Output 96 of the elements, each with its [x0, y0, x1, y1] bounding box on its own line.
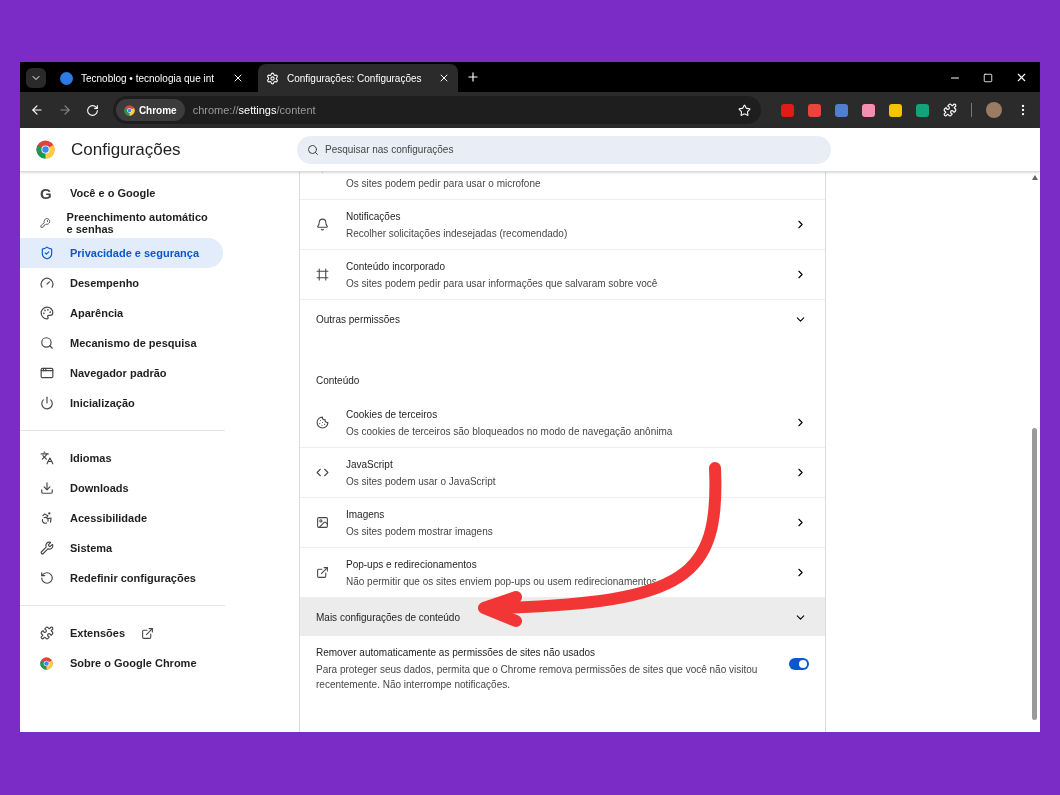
- extension-icon[interactable]: [889, 103, 902, 117]
- sidebar-icon: [40, 571, 54, 585]
- setting-title: Conteúdo incorporado: [346, 259, 446, 274]
- chrome-logo-icon: [123, 104, 135, 116]
- setting-description: Os sites podem pedir para usar informações que salvaram sobre você: [346, 276, 659, 291]
- close-icon[interactable]: [232, 72, 244, 84]
- sidebar-item[interactable]: Sistema: [20, 533, 223, 563]
- setting-title: Notificações: [346, 209, 402, 224]
- sidebar-icon: [40, 276, 54, 290]
- section-heading: Conteúdo: [316, 374, 360, 388]
- expander-title: Outras permissões: [316, 312, 401, 327]
- url-text: chrome://settings/content: [192, 102, 317, 118]
- settings-row[interactable]: Conteúdo incorporado Os sites podem pedir para usar informações que salvaram sobre você: [300, 250, 825, 300]
- chrome-logo-icon: [36, 140, 55, 159]
- sidebar-item[interactable]: Sobre o Google Chrome: [20, 648, 223, 678]
- sidebar-item[interactable]: Aparência: [20, 298, 223, 328]
- sidebar-icon: [40, 216, 51, 230]
- sidebar-item[interactable]: Inicialização: [20, 388, 223, 418]
- settings-row[interactable]: Notificações Recolher solicitações indesejadas (recomendado): [300, 200, 825, 250]
- browser-tab[interactable]: Tecnoblog • tecnologia que int: [52, 64, 252, 92]
- maximize-icon[interactable]: [983, 72, 993, 83]
- tab-title: Tecnoblog • tecnologia que int: [81, 71, 215, 86]
- setting-title: Cookies de terceiros: [346, 407, 439, 422]
- extension-icon[interactable]: [862, 103, 875, 117]
- expander-title: Mais configurações de conteúdo: [316, 610, 461, 625]
- setting-title: Remover automaticamente as permissões de sites não usados: [316, 646, 597, 660]
- sidebar-item[interactable]: Downloads: [20, 473, 223, 503]
- site-chip[interactable]: Chrome: [115, 99, 185, 121]
- search-field[interactable]: Pesquisar nas configurações: [297, 135, 831, 164]
- scroll-up-arrow-icon[interactable]: [1031, 175, 1038, 180]
- sidebar-item[interactable]: Idiomas: [20, 443, 223, 473]
- page-title: Configurações: [71, 138, 182, 161]
- sidebar-icon: [40, 481, 54, 495]
- setting-title: Imagens: [346, 507, 386, 522]
- toggle-switch[interactable]: [789, 658, 809, 670]
- profile-avatar[interactable]: [986, 102, 1002, 118]
- settings-row[interactable]: JavaScript Os sites podem usar o JavaScript: [300, 448, 825, 498]
- address-bar[interactable]: Chrome chrome://settings/content: [112, 96, 761, 124]
- close-icon[interactable]: [1015, 71, 1028, 84]
- new-tab-icon[interactable]: [466, 70, 480, 84]
- expander-row[interactable]: Mais configurações de conteúdo: [300, 598, 825, 636]
- close-icon[interactable]: [438, 72, 450, 84]
- sidebar-item[interactable]: Mecanismo de pesquisa: [20, 328, 223, 358]
- setting-icon: [316, 268, 329, 281]
- setting-icon: [316, 416, 329, 429]
- setting-description: Os sites podem usar o JavaScript: [346, 474, 497, 489]
- extension-icon[interactable]: [808, 103, 821, 117]
- google-g-icon: G: [40, 185, 54, 201]
- extensions-icon[interactable]: [943, 103, 957, 117]
- setting-icon: [316, 566, 329, 579]
- search-icon: [307, 143, 319, 156]
- sidebar-item[interactable]: Acessibilidade: [20, 503, 223, 533]
- extension-icon[interactable]: [835, 103, 848, 117]
- sidebar-icon: [40, 626, 54, 640]
- setting-title: Pop-ups e redirecionamentos: [346, 557, 478, 572]
- tab-title: Configurações: Configurações: [287, 71, 422, 86]
- setting-description: Os sites podem mostrar imagens: [346, 524, 494, 539]
- sidebar-icon: [40, 336, 54, 350]
- setting-icon: [316, 218, 329, 231]
- settings-row[interactable]: Os sites podem pedir para usar o microfone: [300, 172, 825, 200]
- bookmark-star-icon[interactable]: [738, 103, 751, 117]
- back-icon[interactable]: [30, 103, 44, 117]
- setting-icon: [316, 466, 329, 479]
- sidebar-icon: [40, 451, 54, 465]
- sidebar-item[interactable]: Preenchimento automático e senhas: [20, 208, 223, 238]
- sidebar-icon: [40, 366, 54, 380]
- sidebar-icon: [40, 541, 54, 555]
- setting-description: Para proteger seus dados, permita que o Chrome remova permissões de sites que você não visitou recentemente. Não interrompe notificações.: [316, 663, 759, 692]
- sidebar-item[interactable]: Redefinir configurações: [20, 563, 223, 593]
- expander-row[interactable]: Outras permissões: [300, 300, 825, 338]
- extension-icon[interactable]: [916, 103, 929, 117]
- sidebar-item[interactable]: G Você e o Google: [20, 178, 223, 208]
- reload-icon[interactable]: [85, 103, 99, 117]
- settings-row[interactable]: Cookies de terceiros Os cookies de terceiros são bloqueados no modo de navegação anônima: [300, 398, 825, 448]
- setting-description: Os cookies de terceiros são bloqueados no modo de navegação anônima: [346, 424, 674, 439]
- setting-description: Os sites podem pedir para usar o microfone: [346, 177, 542, 191]
- sidebar-item[interactable]: Privacidade e segurança: [20, 238, 223, 268]
- setting-icon: [316, 516, 329, 529]
- sidebar-icon: [40, 511, 54, 525]
- sidebar-item[interactable]: Desempenho: [20, 268, 223, 298]
- sidebar-icon: [40, 246, 54, 260]
- site-favicon: [60, 71, 73, 85]
- chrome-logo-icon: [40, 656, 53, 670]
- settings-row[interactable]: Imagens Os sites podem mostrar imagens: [300, 498, 825, 548]
- setting-description: Recolher solicitações indesejadas (recomendado): [346, 226, 569, 241]
- setting-description: Não permitir que os sites enviem pop-ups ou usem redirecionamentos: [346, 574, 658, 589]
- sidebar-item[interactable]: Extensões: [20, 618, 223, 648]
- settings-icon: [266, 71, 279, 85]
- sidebar-icon: [40, 396, 54, 410]
- browser-tab[interactable]: Configurações: Configurações: [258, 64, 458, 92]
- sidebar-item[interactable]: Navegador padrão: [20, 358, 223, 388]
- tab-search-button[interactable]: [26, 68, 46, 88]
- setting-title: JavaScript: [346, 457, 394, 472]
- forward-icon[interactable]: [57, 103, 72, 117]
- external-link-icon: [141, 626, 155, 640]
- sidebar-icon: [40, 306, 54, 320]
